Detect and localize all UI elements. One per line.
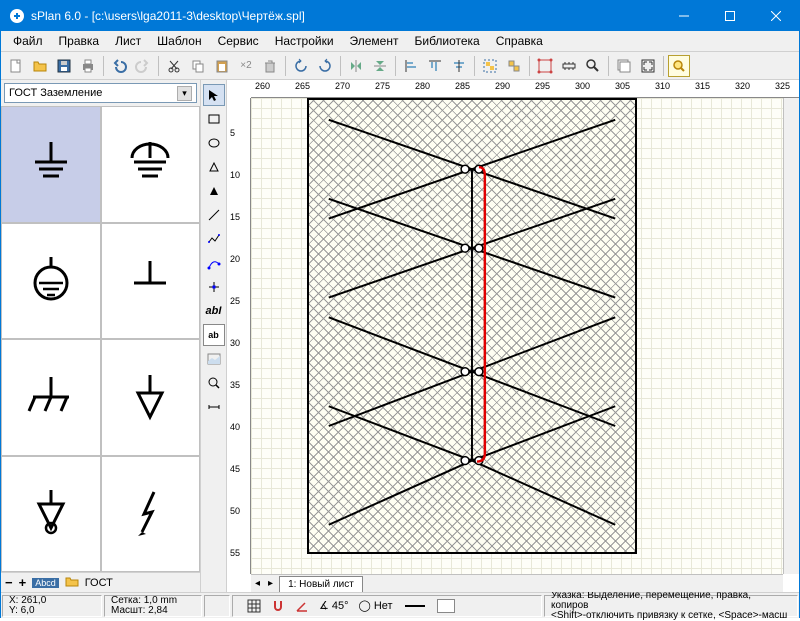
layers-icon[interactable] xyxy=(613,55,635,77)
redo-icon[interactable] xyxy=(132,55,154,77)
menu-element[interactable]: Элемент xyxy=(342,32,407,50)
schematic-drawing xyxy=(309,100,635,550)
symbol-ground-basic[interactable] xyxy=(1,106,101,223)
tool-polyline[interactable] xyxy=(203,228,225,250)
folder-icon[interactable] xyxy=(65,575,79,590)
library-footer: − + Abcd ГОСТ xyxy=(1,572,200,592)
ruler-vertical: 510 1520 2530 3540 4550 55 xyxy=(227,98,251,574)
tool-strip: abI ab xyxy=(201,80,227,592)
mirror-h-icon[interactable] xyxy=(345,55,367,77)
align-top-icon[interactable] xyxy=(424,55,446,77)
library-footer-label: ГОСТ xyxy=(85,577,113,589)
status-options: ∡ 45° ◯ Нет xyxy=(232,595,542,617)
duplicate-icon[interactable]: ×2 xyxy=(235,55,257,77)
status-grid-scale: Сетка: 1,0 mm Масшт: 2,84 xyxy=(104,595,202,617)
grid-display-icon[interactable] xyxy=(247,599,261,613)
delete-icon[interactable] xyxy=(259,55,281,77)
tool-measure[interactable] xyxy=(203,396,225,418)
symbol-grid xyxy=(1,106,200,572)
find-icon[interactable] xyxy=(582,55,604,77)
align-center-icon[interactable] xyxy=(448,55,470,77)
tool-bezier[interactable] xyxy=(203,252,225,274)
main-area: ГОСТ Заземление ▾ xyxy=(1,80,799,592)
menu-file[interactable]: Файл xyxy=(5,32,51,50)
mirror-v-icon[interactable] xyxy=(369,55,391,77)
undo-icon[interactable] xyxy=(108,55,130,77)
align-left-icon[interactable] xyxy=(400,55,422,77)
title-bar: sPlan 6.0 - [c:\users\lga2011-3\desktop\… xyxy=(1,1,799,31)
sheet-tabs: ◂▸ 1: Новый лист xyxy=(251,574,783,592)
canvas-area: 260265 270275 280285 290295 300305 31031… xyxy=(227,80,799,592)
tool-image[interactable] xyxy=(203,348,225,370)
copy-icon[interactable] xyxy=(187,55,209,77)
fill-style-btn[interactable] xyxy=(437,599,455,613)
symbol-ground-circle[interactable] xyxy=(1,223,101,340)
library-panel: ГОСТ Заземление ▾ xyxy=(1,80,201,592)
window-title: sPlan 6.0 - [c:\users\lga2011-3\desktop\… xyxy=(31,9,661,23)
minimize-button[interactable] xyxy=(661,1,707,31)
library-category-label: ГОСТ Заземление xyxy=(9,87,102,99)
status-coords: X: 261,0 Y: 6,0 xyxy=(2,595,102,617)
symbol-ground-line[interactable] xyxy=(101,223,201,340)
tool-poly[interactable] xyxy=(203,156,225,178)
symbol-ground-triangle-dot[interactable] xyxy=(1,456,101,573)
drawing-page xyxy=(307,98,637,554)
tool-circle[interactable] xyxy=(203,132,225,154)
cut-icon[interactable] xyxy=(163,55,185,77)
tool-rect[interactable] xyxy=(203,108,225,130)
status-hint: Указка: Выделение, перемещение, правка, … xyxy=(544,595,798,617)
tool-zoom[interactable] xyxy=(203,372,225,394)
tool-text-frame[interactable]: ab xyxy=(203,324,225,346)
rotate-left-icon[interactable] xyxy=(290,55,312,77)
line-style-btn[interactable] xyxy=(403,600,427,612)
app-icon xyxy=(9,8,25,24)
chevron-down-icon: ▾ xyxy=(177,86,192,101)
menu-sheet[interactable]: Лист xyxy=(107,32,149,50)
symbol-lightning[interactable] xyxy=(101,456,201,573)
tool-pointer[interactable] xyxy=(203,84,225,106)
maximize-button[interactable] xyxy=(707,1,753,31)
menu-library[interactable]: Библиотека xyxy=(406,32,487,50)
canvas[interactable] xyxy=(251,98,783,574)
menu-template[interactable]: Шаблон xyxy=(149,32,209,50)
menu-service[interactable]: Сервис xyxy=(210,32,267,50)
angle-value[interactable]: ∡ 45° xyxy=(319,599,349,612)
snap-icon[interactable] xyxy=(271,599,285,613)
symbol-ground-triangle[interactable] xyxy=(101,339,201,456)
menu-help[interactable]: Справка xyxy=(488,32,551,50)
close-button[interactable] xyxy=(753,1,799,31)
tool-fill-poly[interactable] xyxy=(203,180,225,202)
magnify-icon[interactable] xyxy=(668,55,690,77)
open-file-icon[interactable] xyxy=(29,55,51,77)
tool-text[interactable]: abI xyxy=(203,300,225,322)
angle-snap-icon[interactable] xyxy=(295,599,309,613)
save-icon[interactable] xyxy=(53,55,75,77)
sheet-tab-1[interactable]: 1: Новый лист xyxy=(279,576,363,592)
zoom-fit-icon[interactable] xyxy=(637,55,659,77)
paste-icon[interactable] xyxy=(211,55,233,77)
snap-grid-icon[interactable] xyxy=(534,55,556,77)
vertical-scrollbar[interactable] xyxy=(783,98,799,574)
tool-node[interactable] xyxy=(203,276,225,298)
status-row-1: X: 261,0 Y: 6,0 Сетка: 1,0 mm Масшт: 2,8… xyxy=(1,592,799,618)
new-file-icon[interactable] xyxy=(5,55,27,77)
snap-mode[interactable]: ◯ Нет xyxy=(359,599,393,612)
ungroup-icon[interactable] xyxy=(503,55,525,77)
main-toolbar: ×2 xyxy=(1,52,799,80)
group-icon[interactable] xyxy=(479,55,501,77)
menu-bar: Файл Правка Лист Шаблон Сервис Настройки… xyxy=(1,31,799,52)
rotate-right-icon[interactable] xyxy=(314,55,336,77)
ruler-horizontal: 260265 270275 280285 290295 300305 31031… xyxy=(251,80,799,98)
lib-expand[interactable]: + xyxy=(19,575,27,590)
menu-edit[interactable]: Правка xyxy=(51,32,108,50)
symbol-chassis-ground[interactable] xyxy=(1,339,101,456)
lib-letter-icon[interactable]: Abcd xyxy=(32,578,59,588)
symbol-ground-shield[interactable] xyxy=(101,106,201,223)
components-icon[interactable] xyxy=(558,55,580,77)
print-icon[interactable] xyxy=(77,55,99,77)
tool-line[interactable] xyxy=(203,204,225,226)
lib-collapse[interactable]: − xyxy=(5,575,13,590)
menu-settings[interactable]: Настройки xyxy=(267,32,342,50)
library-category-select[interactable]: ГОСТ Заземление ▾ xyxy=(4,83,197,103)
